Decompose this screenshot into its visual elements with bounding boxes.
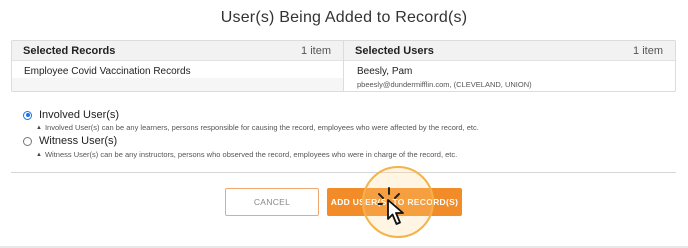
dialog-title: User(s) Being Added to Record(s) [220,9,468,26]
witness-users-hint-text: Witness User(s) can be any instructors, … [44,150,458,159]
selected-users-header: Selected Users 1 item [344,41,675,61]
caret-up-icon: ▲ [36,151,42,158]
selection-summary-panel: Selected Records 1 item Employee Covid V… [11,40,676,92]
caret-up-icon: ▲ [36,124,42,131]
involved-users-hint-text: Involved User(s) can be any learners, pe… [44,123,479,132]
cancel-button[interactable]: CANCEL [225,188,319,216]
selected-users-heading: Selected Users [355,44,434,57]
witness-users-radio[interactable] [23,136,32,146]
records-list-footer [12,78,343,91]
pointer-hand-icon [378,187,404,225]
record-item-name: Employee Covid Vaccination Records [24,66,191,77]
selected-records-count: 1 item [301,44,331,57]
selected-users-column: Selected Users 1 item Beesly, Pam pbeesl… [344,41,675,91]
witness-users-option[interactable]: Witness User(s) [23,135,117,147]
selected-records-heading: Selected Records [23,44,116,57]
user-item-name: Beesly, Pam [357,66,413,77]
involved-users-radio[interactable] [23,110,32,120]
involved-users-option[interactable]: Involved User(s) [23,109,119,121]
selected-records-header: Selected Records 1 item [12,41,343,61]
user-item-detail: pbeesly@dundermifflin.com, (CLEVELAND, U… [357,80,532,89]
selected-users-count: 1 item [633,44,663,57]
selected-records-column: Selected Records 1 item Employee Covid V… [12,41,344,91]
witness-users-hint: ▲ Witness User(s) can be any instructors… [36,150,457,159]
witness-users-label[interactable]: Witness User(s) [39,135,117,147]
involved-users-label[interactable]: Involved User(s) [39,109,119,121]
involved-users-hint: ▲ Involved User(s) can be any learners, … [36,123,479,132]
section-divider [11,172,676,173]
